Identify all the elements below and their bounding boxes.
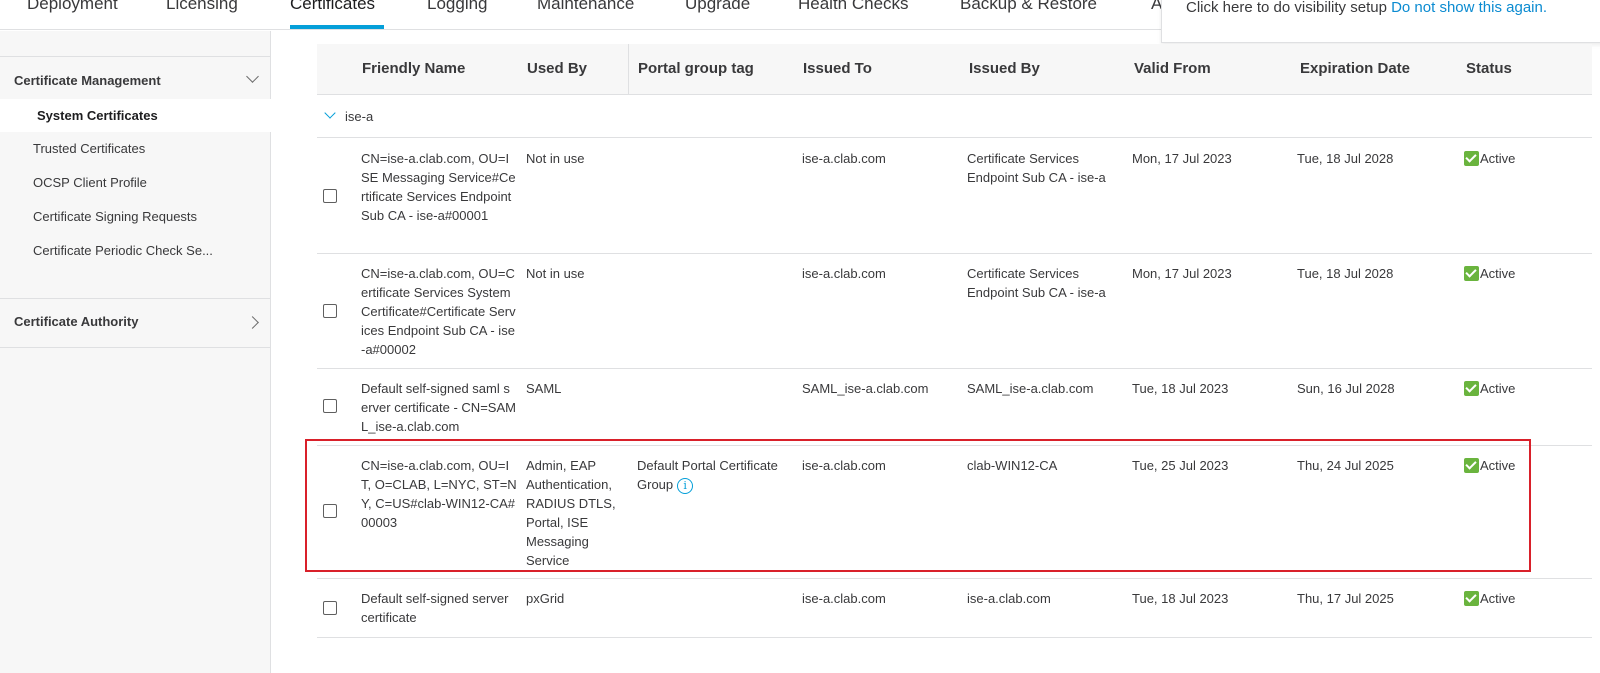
cell-used-by: pxGrid (526, 591, 565, 606)
cell-used-by: SAML (526, 381, 562, 396)
column-valid-from[interactable]: Valid From (1134, 60, 1211, 77)
cell-used-by: Not in use (526, 266, 585, 281)
status-badge: Active (1464, 151, 1515, 166)
row-checkbox[interactable] (323, 601, 337, 615)
column-used-by[interactable]: Used By (527, 60, 587, 77)
cell-issued-to: ise-a.clab.com (802, 266, 886, 281)
sidebar-item-certificate-signing-requests[interactable]: Certificate Signing Requests (33, 209, 197, 224)
cell-issued-to: SAML_ise-a.clab.com (802, 381, 929, 396)
cell-issued-by: Certificate Services Endpoint Sub CA - i… (967, 151, 1106, 185)
cell-issued-by: SAML_ise-a.clab.com (967, 381, 1094, 396)
tab-maintenance[interactable]: Maintenance (537, 0, 634, 14)
status-badge: Active (1464, 591, 1515, 606)
table-row[interactable]: Default self-signed server certificate p… (317, 579, 1592, 638)
table-header: Friendly Name Used By Portal group tag I… (317, 44, 1592, 95)
sidebar-divider (0, 347, 271, 348)
table-row[interactable]: Default self-signed saml server certific… (317, 369, 1592, 446)
column-status[interactable]: Status (1466, 60, 1512, 77)
tab-deployment[interactable]: Deployment (27, 0, 118, 14)
table-row[interactable]: CN=ise-a.clab.com, OU=Certificate Servic… (317, 254, 1592, 369)
status-badge: Active (1464, 381, 1515, 396)
check-icon (1464, 381, 1479, 396)
row-checkbox[interactable] (323, 189, 337, 203)
sidebar-divider (0, 298, 271, 299)
tab-backup-restore[interactable]: Backup & Restore (960, 0, 1097, 14)
chevron-right-icon[interactable] (246, 316, 259, 329)
group-row[interactable]: ise-a (317, 96, 1592, 138)
chevron-down-icon[interactable] (324, 107, 336, 119)
cell-expiration-date: Tue, 18 Jul 2028 (1297, 266, 1394, 281)
column-resize-handle[interactable] (628, 44, 629, 95)
section-certificate-management[interactable]: Certificate Management (14, 73, 161, 88)
sidebar-item-ocsp-client-profile[interactable]: OCSP Client Profile (33, 175, 147, 190)
column-portal-group-tag[interactable]: Portal group tag (638, 60, 754, 77)
status-label: Active (1480, 381, 1516, 396)
cell-issued-by: ise-a.clab.com (967, 591, 1051, 606)
table-row[interactable]: CN=ise-a.clab.com, OU=ISE Messaging Serv… (317, 139, 1592, 254)
cell-expiration-date: Thu, 17 Jul 2025 (1297, 591, 1394, 606)
column-friendly-name[interactable]: Friendly Name (362, 60, 465, 77)
cell-valid-from: Mon, 17 Jul 2023 (1132, 151, 1232, 166)
row-checkbox[interactable] (323, 304, 337, 318)
cell-friendly-name: CN=ise-a.clab.com, OU=ISE Messaging Serv… (361, 151, 516, 223)
group-label: ise-a (345, 109, 374, 124)
cell-expiration-date: Tue, 18 Jul 2028 (1297, 151, 1394, 166)
check-icon (1464, 151, 1479, 166)
chevron-down-icon[interactable] (246, 70, 259, 83)
notice-text[interactable]: Click here to do visibility setup (1186, 0, 1387, 16)
check-icon (1464, 266, 1479, 281)
tab-certificates[interactable]: Certificates (290, 0, 375, 14)
status-label: Active (1480, 591, 1516, 606)
sidebar-item-certificate-periodic-check[interactable]: Certificate Periodic Check Se... (33, 243, 213, 258)
tab-health-checks[interactable]: Health Checks (798, 0, 909, 14)
cell-friendly-name: Default self-signed saml server certific… (361, 381, 516, 434)
cell-expiration-date: Sun, 16 Jul 2028 (1297, 381, 1395, 396)
column-expiration-date[interactable]: Expiration Date (1300, 60, 1410, 77)
sidebar-item-system-certificates[interactable]: System Certificates (37, 108, 158, 123)
status-label: Active (1480, 151, 1516, 166)
check-icon (1464, 591, 1479, 606)
cell-valid-from: Tue, 18 Jul 2023 (1132, 381, 1229, 396)
sidebar-divider (0, 56, 271, 57)
cell-valid-from: Tue, 18 Jul 2023 (1132, 591, 1229, 606)
highlight-box (305, 439, 1531, 572)
column-issued-by[interactable]: Issued By (969, 60, 1040, 77)
column-issued-to[interactable]: Issued To (803, 60, 872, 77)
cell-used-by: Not in use (526, 151, 585, 166)
status-badge: Active (1464, 266, 1515, 281)
sidebar: Certificate Management System Certificat… (0, 31, 271, 673)
cell-valid-from: Mon, 17 Jul 2023 (1132, 266, 1232, 281)
cell-issued-to: ise-a.clab.com (802, 151, 886, 166)
visibility-setup-notice: Click here to do visibility setup Do not… (1161, 0, 1600, 43)
section-certificate-authority[interactable]: Certificate Authority (14, 314, 138, 329)
row-checkbox[interactable] (323, 399, 337, 413)
active-tab-indicator (290, 25, 384, 29)
cell-issued-by: Certificate Services Endpoint Sub CA - i… (967, 266, 1106, 300)
do-not-show-again-link[interactable]: Do not show this again. (1391, 0, 1547, 16)
tab-logging[interactable]: Logging (427, 0, 488, 14)
cell-friendly-name: CN=ise-a.clab.com, OU=Certificate Servic… (361, 266, 516, 357)
sidebar-item-trusted-certificates[interactable]: Trusted Certificates (33, 141, 145, 156)
tab-upgrade[interactable]: Upgrade (685, 0, 750, 14)
tab-licensing[interactable]: Licensing (166, 0, 238, 14)
cell-issued-to: ise-a.clab.com (802, 591, 886, 606)
cell-friendly-name: Default self-signed server certificate (361, 591, 509, 625)
status-label: Active (1480, 266, 1516, 281)
